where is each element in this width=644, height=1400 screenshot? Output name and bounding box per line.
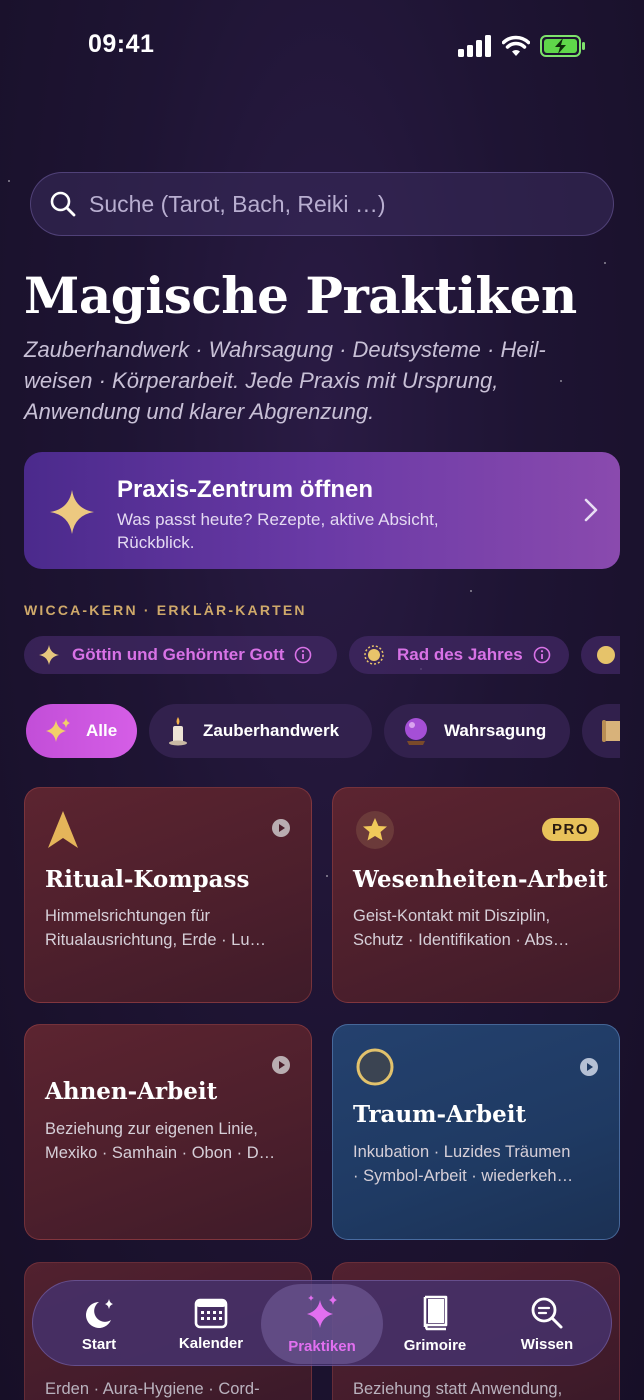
bg-star xyxy=(604,262,606,264)
card-description: Beziehung zur eigenen Linie, Mexiko · Sa… xyxy=(45,1120,276,1162)
card-ritual-kompass[interactable]: Ritual-Kompass Himmelsrichtungen für Rit… xyxy=(24,787,312,1003)
category-label: Zauberhandwerk xyxy=(203,721,340,740)
bottom-tab-bar[interactable]: Start Kalender Praktiken Grimoire Wissen xyxy=(32,1280,612,1366)
tab-wissen[interactable]: Wissen xyxy=(491,1281,603,1367)
book-icon xyxy=(423,1295,448,1330)
tab-label: Start xyxy=(81,1335,117,1353)
tab-label: Kalender xyxy=(178,1334,244,1352)
category-filter-row[interactable]: Alle Zauberhandwerk Wahrsagung xyxy=(24,704,620,758)
status-time: 09:41 xyxy=(88,30,155,58)
praxis-description: Was passt heute? Rezepte, aktive Absicht… xyxy=(117,510,439,552)
card-title: Wesenheiten-Arbeit xyxy=(353,866,608,893)
category-scroll[interactable] xyxy=(582,704,620,758)
section-label-wicca: WICCA-KERN · ERKLÄR-KARTEN xyxy=(24,602,307,618)
info-icon[interactable] xyxy=(294,646,312,664)
page-title: Magische Praktiken xyxy=(24,266,577,325)
tab-label: Grimoire xyxy=(403,1336,467,1354)
card-title: Traum-Arbeit xyxy=(353,1101,527,1128)
bg-star xyxy=(470,590,472,592)
pill-goettin-gott[interactable]: Göttin und Gehörnter Gott xyxy=(24,636,337,674)
compass-arrow-icon xyxy=(48,811,78,848)
search-icon xyxy=(531,1297,563,1328)
tab-label: Praktiken xyxy=(288,1337,356,1355)
category-label: Alle xyxy=(86,721,118,740)
page-subtitle: Zauberhandwerk · Wahrsagung · Deutsystem… xyxy=(24,337,546,424)
card-description: Geist-Kontakt mit Disziplin, Schutz · Id… xyxy=(353,907,570,949)
moon-circle-icon xyxy=(356,1048,394,1086)
tab-grimoire[interactable]: Grimoire xyxy=(379,1281,491,1367)
category-wahrsagung[interactable]: Wahrsagung xyxy=(384,704,570,758)
status-icons xyxy=(458,35,586,57)
play-icon[interactable] xyxy=(271,818,291,838)
bg-star xyxy=(8,180,10,182)
search-bar[interactable] xyxy=(30,172,614,236)
search-icon xyxy=(50,191,76,217)
crystal-ball-icon xyxy=(402,716,430,746)
card-ahnen-arbeit[interactable]: Ahnen-Arbeit Beziehung zur eigenen Linie… xyxy=(24,1024,312,1240)
tab-kalender[interactable]: Kalender xyxy=(155,1281,267,1367)
card-description: Inkubation · Luzides Träumen · Symbol-Ar… xyxy=(353,1143,574,1185)
play-icon[interactable] xyxy=(271,1055,291,1075)
card-description: Himmelsrichtungen für Ritualausrichtung,… xyxy=(45,907,267,949)
tab-label: Wissen xyxy=(520,1335,574,1353)
info-icon[interactable] xyxy=(533,646,551,664)
praxis-title: Praxis-Zentrum öffnen xyxy=(117,476,374,503)
wicca-pills-row[interactable]: Göttin und Gehörnter Gott Rad des Jahres xyxy=(24,636,620,674)
moon-icon xyxy=(597,646,615,664)
card-wesenheiten-arbeit[interactable]: PRO Wesenheiten-Arbeit Geist-Kontakt mit… xyxy=(332,787,620,1003)
pill-label: Göttin und Gehörnter Gott xyxy=(72,645,285,664)
card-traum-arbeit[interactable]: Traum-Arbeit Inkubation · Luzides Träume… xyxy=(332,1024,620,1240)
pill-moon[interactable] xyxy=(581,636,620,674)
category-alle[interactable]: Alle xyxy=(26,704,137,758)
wifi-icon xyxy=(502,35,530,56)
moon-stars-icon xyxy=(86,1298,113,1328)
candle-icon xyxy=(167,716,189,746)
tab-praktiken[interactable]: Praktiken xyxy=(261,1284,383,1364)
play-icon[interactable] xyxy=(579,1057,599,1077)
sparkle-icon xyxy=(39,645,59,665)
card-description: Beziehung statt Anwendung, xyxy=(353,1380,563,1398)
sparkle-star-icon xyxy=(50,490,94,534)
scroll-icon xyxy=(600,717,620,745)
pill-rad-des-jahres[interactable]: Rad des Jahres xyxy=(349,636,569,674)
category-label: Wahrsagung xyxy=(444,721,547,740)
battery-charging-icon xyxy=(540,35,585,57)
card-description: Erden · Aura-Hygiene · Cord- xyxy=(45,1380,260,1398)
card-title: Ahnen-Arbeit xyxy=(45,1078,218,1105)
calendar-icon xyxy=(194,1298,228,1328)
pro-badge: PRO xyxy=(541,818,599,841)
chevron-right-icon xyxy=(584,498,598,522)
search-input[interactable] xyxy=(89,190,589,218)
cellular-signal-icon xyxy=(458,35,491,57)
card-title: Ritual-Kompass xyxy=(45,866,250,893)
tab-start[interactable]: Start xyxy=(43,1281,155,1367)
bg-star xyxy=(326,875,328,877)
praxis-center-card[interactable]: Praxis-Zentrum öffnen Was passt heute? R… xyxy=(24,452,620,569)
sparkles-icon xyxy=(307,1294,337,1328)
category-zauberhandwerk[interactable]: Zauberhandwerk xyxy=(149,704,372,758)
sun-icon xyxy=(364,645,384,665)
sparkles-icon xyxy=(44,717,72,745)
star-icon xyxy=(356,811,394,849)
pill-label: Rad des Jahres xyxy=(397,645,523,664)
